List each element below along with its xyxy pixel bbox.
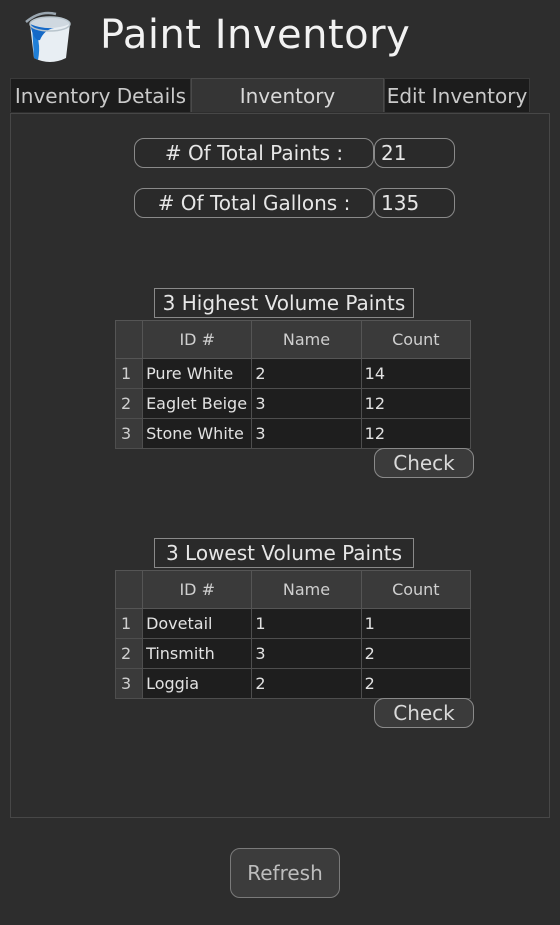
cell-count[interactable]: 12 (360, 418, 472, 449)
app-header: Paint Inventory (0, 0, 560, 80)
cell-name[interactable]: 2 (251, 668, 362, 699)
row-number[interactable]: 1 (114, 358, 144, 389)
cell-id[interactable]: Pure White (142, 358, 253, 389)
total-gallons-value: 135 (374, 188, 455, 218)
tab-inventory-details[interactable]: Inventory Details (10, 78, 191, 112)
total-gallons-label: # Of Total Gallons : (134, 188, 374, 218)
table-row[interactable]: 1 Dovetail 1 1 (114, 608, 472, 639)
cell-count[interactable]: 2 (360, 638, 472, 669)
lowest-check-button[interactable]: Check (374, 698, 474, 728)
tab-edit-inventory[interactable]: Edit Inventory (384, 78, 530, 112)
refresh-button[interactable]: Refresh (230, 848, 340, 898)
cell-id[interactable]: Loggia (142, 668, 253, 699)
table-header-row: ID # Name Count (114, 570, 472, 609)
column-header-id[interactable]: ID # (142, 320, 253, 359)
row-number[interactable]: 3 (114, 668, 144, 699)
app-title: Paint Inventory (100, 12, 411, 58)
cell-id[interactable]: Tinsmith (142, 638, 253, 669)
lowest-volume-table: ID # Name Count 1 Dovetail 1 1 2 Tinsmit… (114, 570, 472, 699)
cell-count[interactable]: 2 (360, 668, 472, 699)
cell-count[interactable]: 12 (360, 388, 472, 419)
table-row[interactable]: 3 Stone White 3 12 (114, 418, 472, 449)
cell-count[interactable]: 14 (360, 358, 472, 389)
total-paints-label: # Of Total Paints : (134, 138, 374, 168)
row-number[interactable]: 1 (114, 608, 144, 639)
tab-inventory-statistics[interactable]: Inventory Statistics (191, 78, 384, 142)
column-header-id[interactable]: ID # (142, 570, 253, 609)
column-header-name[interactable]: Name (251, 570, 362, 609)
highest-volume-title: 3 Highest Volume Paints (154, 288, 414, 318)
column-header-count[interactable]: Count (360, 320, 472, 359)
total-paints-value: 21 (374, 138, 455, 168)
table-row[interactable]: 2 Eaglet Beige 3 12 (114, 388, 472, 419)
cell-id[interactable]: Eaglet Beige (142, 388, 253, 419)
cell-name[interactable]: 1 (251, 608, 362, 639)
column-header-count[interactable]: Count (360, 570, 472, 609)
table-row[interactable]: 3 Loggia 2 2 (114, 668, 472, 699)
table-corner (114, 320, 144, 359)
cell-name[interactable]: 2 (251, 358, 362, 389)
table-header-row: ID # Name Count (114, 320, 472, 359)
table-row[interactable]: 2 Tinsmith 3 2 (114, 638, 472, 669)
row-number[interactable]: 2 (114, 638, 144, 669)
cell-id[interactable]: Stone White (142, 418, 253, 449)
column-header-name[interactable]: Name (251, 320, 362, 359)
cell-name[interactable]: 3 (251, 388, 362, 419)
cell-count[interactable]: 1 (360, 608, 472, 639)
row-number[interactable]: 3 (114, 418, 144, 449)
cell-id[interactable]: Dovetail (142, 608, 253, 639)
paint-bucket-icon (25, 11, 71, 62)
table-row[interactable]: 1 Pure White 2 14 (114, 358, 472, 389)
table-corner (114, 570, 144, 609)
cell-name[interactable]: 3 (251, 638, 362, 669)
cell-name[interactable]: 3 (251, 418, 362, 449)
row-number[interactable]: 2 (114, 388, 144, 419)
highest-check-button[interactable]: Check (374, 448, 474, 478)
highest-volume-table: ID # Name Count 1 Pure White 2 14 2 Eagl… (114, 320, 472, 449)
lowest-volume-title: 3 Lowest Volume Paints (154, 538, 414, 568)
